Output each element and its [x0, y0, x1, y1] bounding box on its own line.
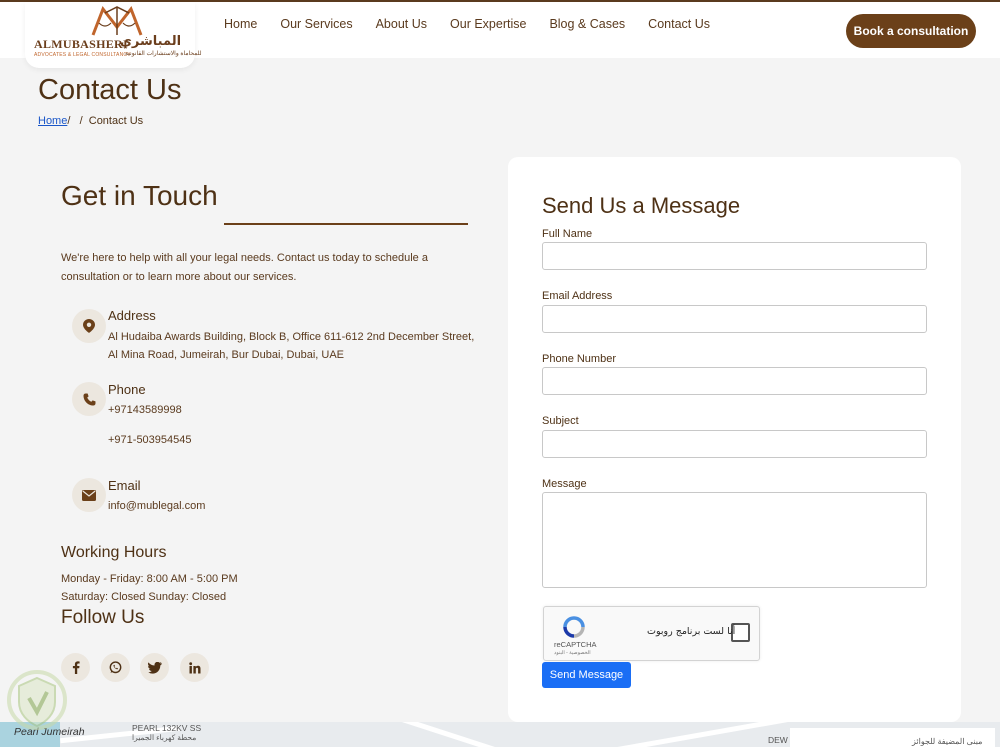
- nav-blog-cases[interactable]: Blog & Cases: [549, 17, 625, 31]
- breadcrumb-home-link[interactable]: Home: [38, 115, 67, 127]
- full-name-input[interactable]: [542, 242, 927, 270]
- working-hours-weekend: Saturday: Closed Sunday: Closed: [61, 591, 227, 603]
- recaptcha-label: أنا لست برنامج روبوت: [647, 626, 736, 637]
- full-name-label: Full Name: [542, 228, 593, 240]
- recaptcha-footer[interactable]: الخصوصية - البنود: [554, 650, 591, 656]
- breadcrumb-current: Contact Us: [88, 115, 144, 127]
- logo-tagline-en: ADVOCATES & LEGAL CONSULTANCY: [34, 52, 131, 58]
- nav-our-services[interactable]: Our Services: [280, 17, 352, 31]
- main-nav: Home Our Services About Us Our Expertise…: [224, 17, 733, 31]
- whatsapp-icon[interactable]: [101, 653, 130, 682]
- get-in-touch-title: Get in Touch: [61, 180, 218, 211]
- shield-watermark-icon: [7, 670, 67, 730]
- address-label: Address: [108, 308, 156, 323]
- title-underline: [224, 223, 468, 225]
- logo-tagline-ar: للمحاماة والاستشارات القانونية: [125, 51, 202, 57]
- follow-us-title: Follow Us: [61, 607, 145, 628]
- contact-form-card: Send Us a Message Full Name Email Addres…: [508, 157, 961, 722]
- recaptcha-widget: أنا لست برنامج روبوت reCAPTCHA الخصوصية …: [543, 606, 760, 661]
- site-logo[interactable]: ALMUBASHERI المباشري ADVOCATES & LEGAL C…: [25, 2, 202, 68]
- subject-label: Subject: [542, 415, 579, 427]
- logo-name-ar: المباشري: [120, 34, 182, 49]
- working-hours-title: Working Hours: [61, 544, 167, 561]
- phone-number-input[interactable]: [542, 367, 927, 395]
- map-info-box: مبنى المضيفة للجوائز: [790, 728, 995, 747]
- nav-contact-us[interactable]: Contact Us: [648, 17, 710, 31]
- linkedin-icon[interactable]: [180, 653, 209, 682]
- send-message-button[interactable]: Send Message: [542, 662, 631, 688]
- site-header: ALMUBASHERI المباشري ADVOCATES & LEGAL C…: [0, 0, 1000, 68]
- subject-input[interactable]: [542, 430, 927, 458]
- address-line-2: Al Mina Road, Jumeirah, Bur Dubai, Dubai…: [108, 349, 344, 361]
- page-title: Contact Us: [38, 74, 182, 106]
- recaptcha-logo-icon: [563, 616, 585, 638]
- form-title: Send Us a Message: [542, 193, 741, 218]
- phone-number-label: Phone Number: [542, 353, 616, 365]
- nav-about-us[interactable]: About Us: [376, 17, 427, 31]
- location-map[interactable]: Pearl Jumeirah PEARL 132KV SS محطة كهربا…: [0, 722, 1000, 747]
- email-address-input[interactable]: [542, 305, 927, 333]
- email-address-label: Email Address: [542, 290, 613, 302]
- email-label: Email: [108, 478, 141, 493]
- envelope-icon: [72, 478, 106, 512]
- map-label-station: PEARL 132KV SS: [132, 723, 202, 733]
- address-line-1: Al Hudaiba Awards Building, Block B, Off…: [108, 331, 475, 343]
- email-address[interactable]: info@mublegal.com: [108, 497, 205, 515]
- map-road: [561, 722, 799, 747]
- phone-number-1[interactable]: +97143589998: [108, 401, 182, 419]
- map-road: [305, 722, 555, 747]
- twitter-icon[interactable]: [140, 653, 169, 682]
- logo-name-en: ALMUBASHERI: [34, 37, 128, 51]
- breadcrumb: Home/ / Contact Us: [38, 115, 143, 127]
- map-label-dew: DEW: [768, 735, 788, 745]
- phone-label: Phone: [108, 382, 146, 397]
- message-label: Message: [542, 478, 587, 490]
- get-in-touch-intro: We're here to help with all your legal n…: [61, 252, 428, 283]
- location-pin-icon: [72, 309, 106, 343]
- book-consultation-button[interactable]: Book a consultation: [846, 14, 976, 48]
- breadcrumb-separator: / /: [67, 115, 89, 127]
- working-hours-weekdays: Monday - Friday: 8:00 AM - 5:00 PM: [61, 573, 238, 585]
- nav-home[interactable]: Home: [224, 17, 257, 31]
- phone-number-2[interactable]: +971-503954545: [108, 431, 192, 449]
- nav-our-expertise[interactable]: Our Expertise: [450, 17, 526, 31]
- map-label-station-ar: محطة كهرباء الجميرا: [132, 733, 197, 742]
- message-textarea[interactable]: [542, 492, 927, 588]
- recaptcha-brand: reCAPTCHA: [554, 640, 597, 649]
- phone-icon: [72, 382, 106, 416]
- map-box-label: مبنى المضيفة للجوائز: [912, 737, 983, 746]
